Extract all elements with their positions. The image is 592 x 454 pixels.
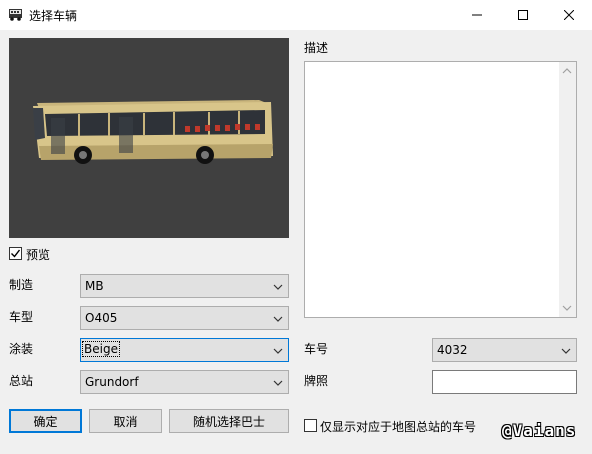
- depot-select[interactable]: Grundorf: [80, 370, 289, 394]
- close-icon: [564, 10, 574, 20]
- close-button[interactable]: [546, 0, 592, 30]
- vehicle-number-value: 4032: [437, 343, 468, 357]
- title-bar: 选择车辆: [0, 0, 592, 30]
- bus-app-icon: [8, 6, 24, 22]
- description-scrollbar[interactable]: [559, 62, 576, 317]
- watermark: @Vaians: [502, 421, 577, 440]
- cancel-button-label: 取消: [113, 414, 138, 429]
- vehicle-number-label: 车号: [304, 342, 329, 356]
- chevron-down-icon: [273, 380, 283, 386]
- random-bus-button-label: 随机选择巴士: [192, 414, 265, 429]
- maximize-button[interactable]: [500, 0, 546, 30]
- minimize-icon: [472, 14, 482, 16]
- chevron-down-icon: [273, 284, 283, 290]
- minimize-button[interactable]: [454, 0, 500, 30]
- livery-select[interactable]: Beige: [80, 338, 289, 362]
- bus-preview-panel: [9, 38, 289, 238]
- maximize-icon: [518, 10, 528, 20]
- manufacturer-value: MB: [85, 279, 104, 293]
- preview-checkbox[interactable]: [9, 247, 22, 260]
- model-label: 车型: [9, 310, 34, 324]
- filter-depot-checkbox-label: 仅显示对应于地图总站的车号: [320, 420, 477, 434]
- chevron-down-icon: [561, 348, 571, 354]
- checkmark-icon: [11, 249, 21, 258]
- chevron-down-icon: [273, 316, 283, 322]
- livery-label: 涂装: [9, 342, 34, 356]
- random-bus-button[interactable]: 随机选择巴士: [169, 409, 289, 433]
- cancel-button[interactable]: 取消: [89, 409, 162, 433]
- preview-checkbox-label: 预览: [26, 248, 51, 262]
- scroll-down-icon[interactable]: [562, 304, 572, 312]
- license-plate-input[interactable]: [432, 370, 577, 394]
- livery-value: Beige: [82, 341, 120, 357]
- manufacturer-label: 制造: [9, 278, 34, 292]
- chevron-down-icon: [273, 348, 283, 354]
- depot-value: Grundorf: [85, 375, 139, 389]
- description-textarea[interactable]: [304, 61, 577, 318]
- filter-depot-checkbox[interactable]: [304, 419, 317, 432]
- window-title: 选择车辆: [29, 9, 78, 23]
- scroll-up-icon[interactable]: [562, 67, 572, 75]
- manufacturer-select[interactable]: MB: [80, 274, 289, 298]
- bus-3d-preview: [33, 100, 273, 164]
- description-label: 描述: [304, 41, 329, 55]
- ok-button-label: 确定: [33, 414, 58, 429]
- ok-button[interactable]: 确定: [9, 409, 82, 433]
- model-select[interactable]: O405: [80, 306, 289, 330]
- vehicle-number-select[interactable]: 4032: [432, 338, 577, 362]
- license-plate-label: 牌照: [304, 374, 329, 388]
- model-value: O405: [85, 311, 118, 325]
- depot-label: 总站: [9, 374, 34, 388]
